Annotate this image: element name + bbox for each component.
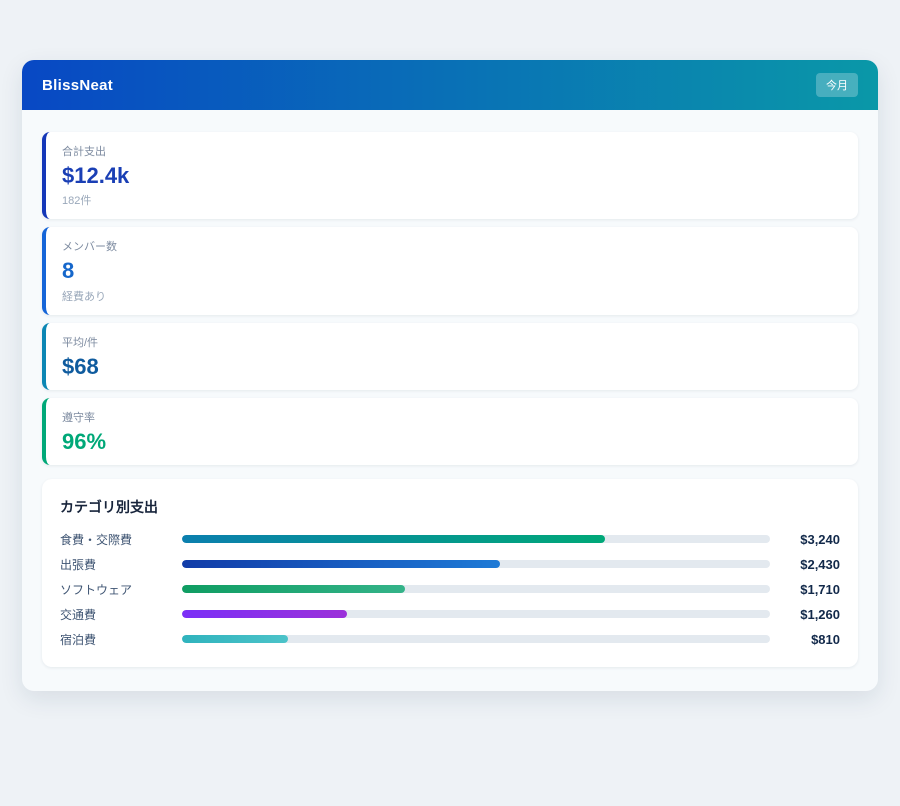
category-bar-fill	[182, 560, 500, 568]
stat-label: メンバー数	[62, 238, 840, 254]
category-row: 食費・交際費 $3,240	[60, 531, 840, 547]
category-spend-card: カテゴリ別支出 食費・交際費 $3,240 出張費 $2,430 ソフトウェア	[42, 479, 858, 667]
category-bar-track	[182, 585, 770, 593]
category-amount: $1,260	[782, 607, 840, 622]
category-row: ソフトウェア $1,710	[60, 581, 840, 597]
dashboard-card: BlissNeat 今月 合計支出 $12.4k 182件 メンバー数 8 経費…	[22, 60, 878, 691]
stat-card-average: 平均/件 $68	[42, 323, 858, 390]
stat-value: 96%	[62, 429, 840, 454]
dashboard-content: 合計支出 $12.4k 182件 メンバー数 8 経費あり 平均/件 $68 遵…	[22, 110, 878, 691]
stat-label: 平均/件	[62, 334, 840, 350]
category-bar-fill	[182, 535, 605, 543]
app-title: BlissNeat	[42, 77, 113, 94]
stat-card-total-spend: 合計支出 $12.4k 182件	[42, 132, 858, 219]
category-bar-track	[182, 535, 770, 543]
category-bar-fill	[182, 635, 288, 643]
category-label: 交通費	[60, 606, 182, 623]
stat-value: $12.4k	[62, 163, 840, 188]
stat-subtitle: 182件	[62, 192, 840, 208]
category-amount: $810	[782, 632, 840, 647]
category-bar-fill	[182, 610, 347, 618]
category-label: 食費・交際費	[60, 531, 182, 548]
category-row: 交通費 $1,260	[60, 606, 840, 622]
category-row: 宿泊費 $810	[60, 631, 840, 647]
category-bar-track	[182, 635, 770, 643]
category-amount: $3,240	[782, 532, 840, 547]
stat-subtitle: 経費あり	[62, 288, 840, 304]
category-bar-fill	[182, 585, 405, 593]
category-amount: $1,710	[782, 582, 840, 597]
stat-card-members: メンバー数 8 経費あり	[42, 227, 858, 314]
category-label: ソフトウェア	[60, 581, 182, 598]
category-label: 宿泊費	[60, 631, 182, 648]
category-bar-track	[182, 610, 770, 618]
app-header: BlissNeat 今月	[22, 60, 878, 110]
category-row: 出張費 $2,430	[60, 556, 840, 572]
category-label: 出張費	[60, 556, 182, 573]
stat-label: 遵守率	[62, 409, 840, 425]
category-section-title: カテゴリ別支出	[60, 497, 840, 517]
category-amount: $2,430	[782, 557, 840, 572]
period-badge[interactable]: 今月	[816, 73, 858, 97]
stat-card-compliance: 遵守率 96%	[42, 398, 858, 465]
stat-value: $68	[62, 354, 840, 379]
category-bar-track	[182, 560, 770, 568]
stat-label: 合計支出	[62, 143, 840, 159]
stat-value: 8	[62, 258, 840, 283]
